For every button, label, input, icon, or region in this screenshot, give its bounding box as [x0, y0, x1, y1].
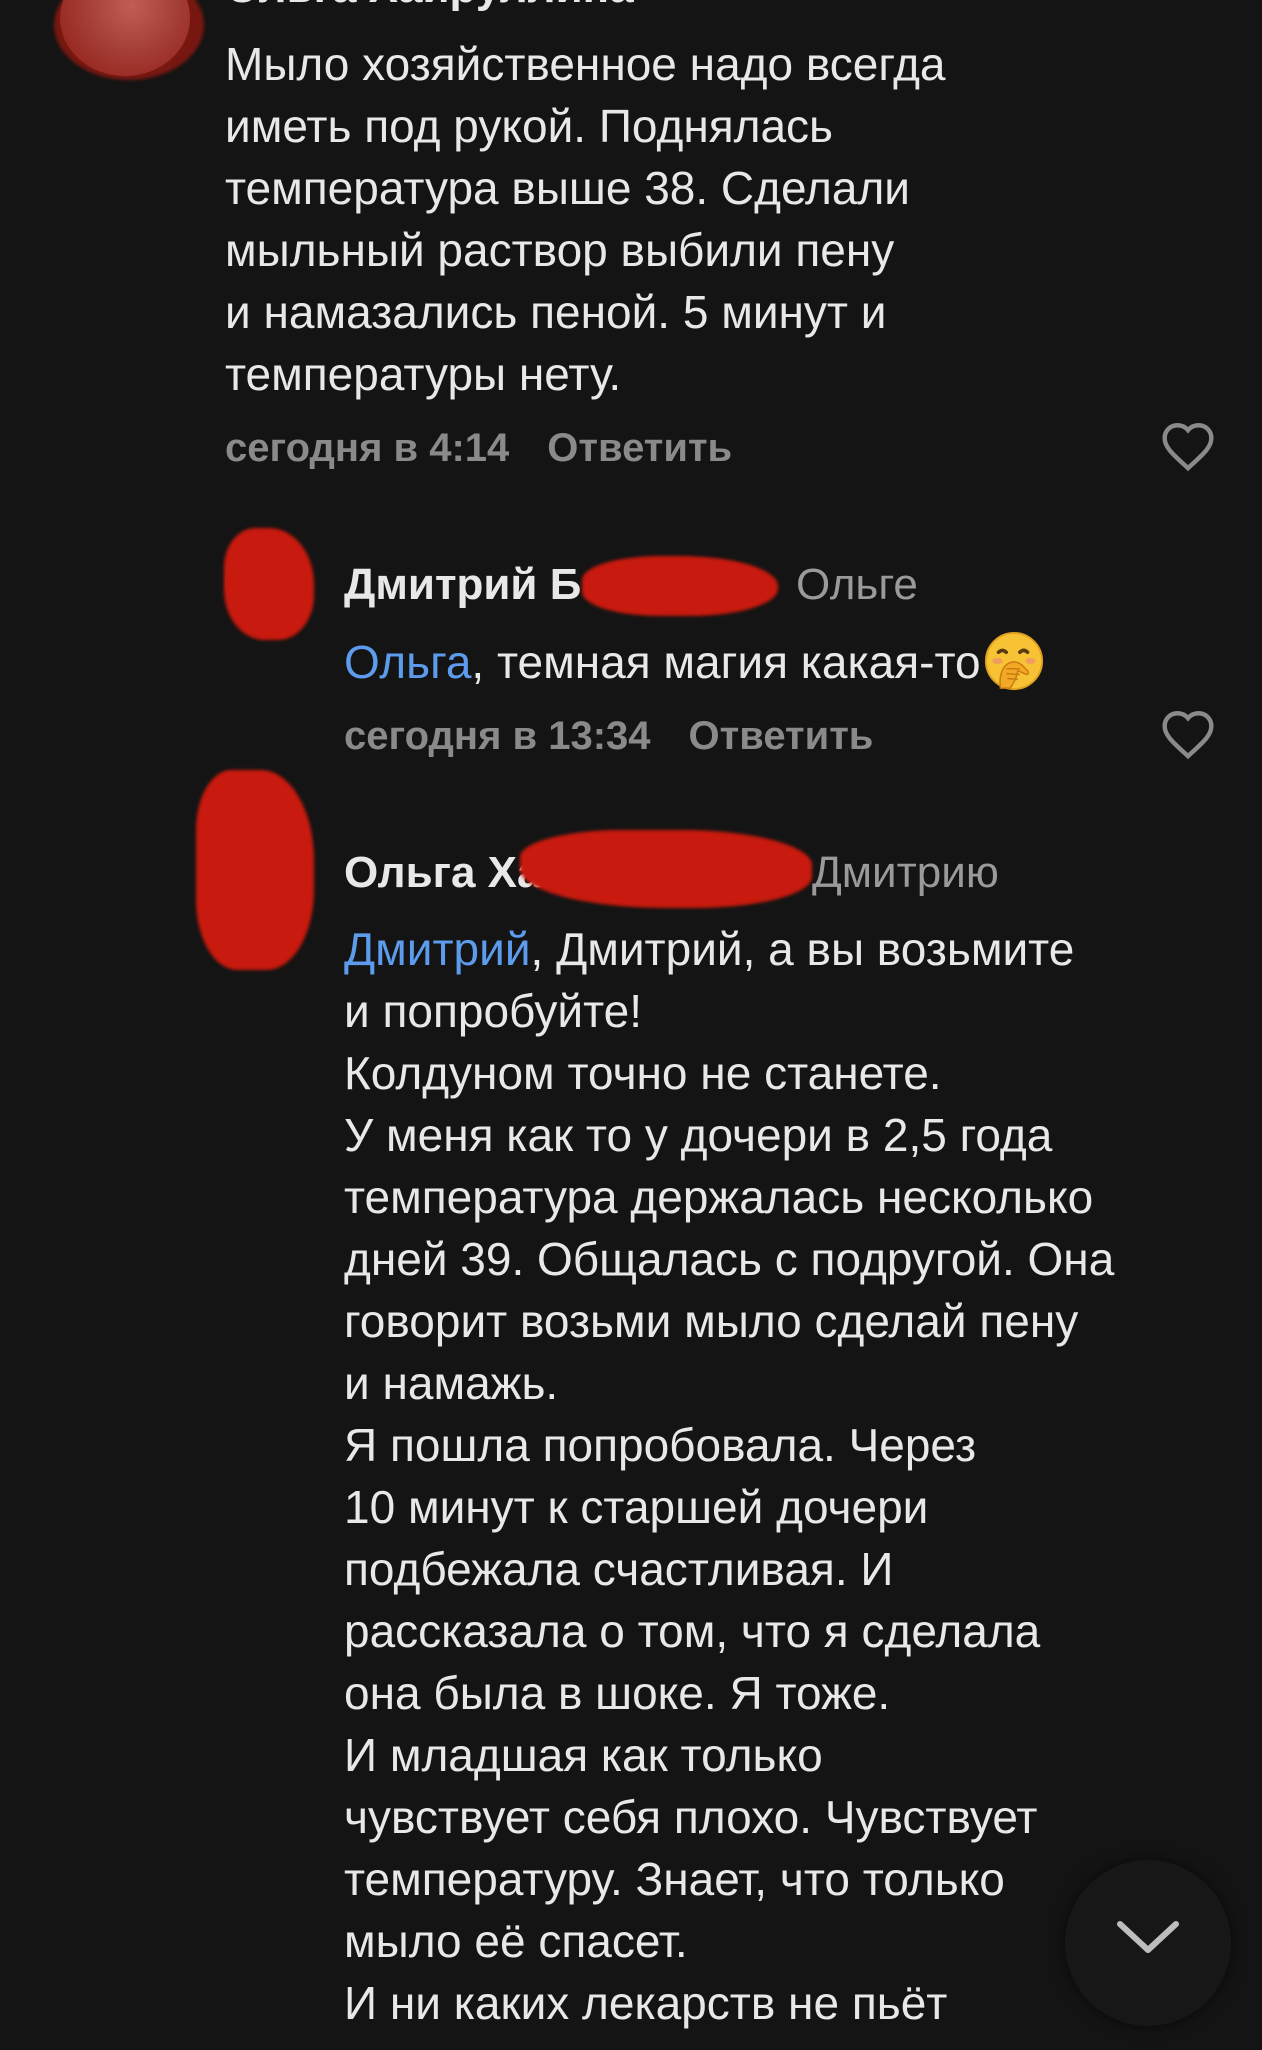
redaction-mark: [520, 830, 812, 908]
comment-text-first-line: Дмитрий, Дмитрий, а вы возьмите: [344, 918, 1244, 980]
author-line: Ольга Хайруллина: [225, 0, 634, 16]
comment-meta: сегодня в 13:34 Ответить: [344, 710, 873, 762]
reply-button[interactable]: Ответить: [547, 426, 732, 470]
reply-to-name[interactable]: Дмитрию: [812, 848, 999, 897]
reply-to-name[interactable]: Ольге: [796, 560, 918, 609]
redaction-mark: [224, 528, 314, 640]
like-button[interactable]: [1160, 708, 1216, 760]
redaction-mark: [196, 770, 314, 970]
reply-button[interactable]: Ответить: [689, 714, 874, 758]
comment-text-body: , Дмитрий, а вы возьмите: [530, 923, 1075, 975]
reply-to-line: Ольге: [796, 557, 918, 613]
face-with-hand-over-mouth-icon: [983, 630, 1045, 692]
author-name[interactable]: Ольга Хайруллина: [225, 0, 634, 12]
comment-text-body: , темная магия какая-то: [471, 636, 981, 688]
redaction-mark: [582, 556, 778, 616]
scroll-down-button[interactable]: [1065, 1860, 1231, 2026]
comment-text: Мыло хозяйственное надо всегда иметь под…: [225, 38, 946, 400]
mention-link[interactable]: Ольга: [344, 636, 471, 688]
mention-link[interactable]: Дмитрий: [344, 923, 531, 975]
author-line: Ольга Ха: [344, 845, 541, 901]
comment-meta: сегодня в 4:14 Ответить: [225, 422, 732, 474]
author-name[interactable]: Ольга Ха: [344, 848, 541, 897]
timestamp: сегодня в 13:34: [344, 714, 651, 758]
author-name[interactable]: Дмитрий Б: [344, 560, 581, 609]
like-button[interactable]: [1160, 420, 1216, 472]
heart-outline-icon: [1162, 423, 1214, 472]
redaction-mark: [54, 0, 204, 80]
reply-to-line: Дмитрию: [812, 845, 999, 901]
author-line: Дмитрий Б: [344, 557, 581, 613]
heart-outline-icon: [1162, 711, 1214, 760]
comment-text: Ольга, темная магия какая-то: [344, 630, 1224, 693]
timestamp: сегодня в 4:14: [225, 426, 510, 470]
chevron-down-icon: [1117, 1921, 1179, 1953]
